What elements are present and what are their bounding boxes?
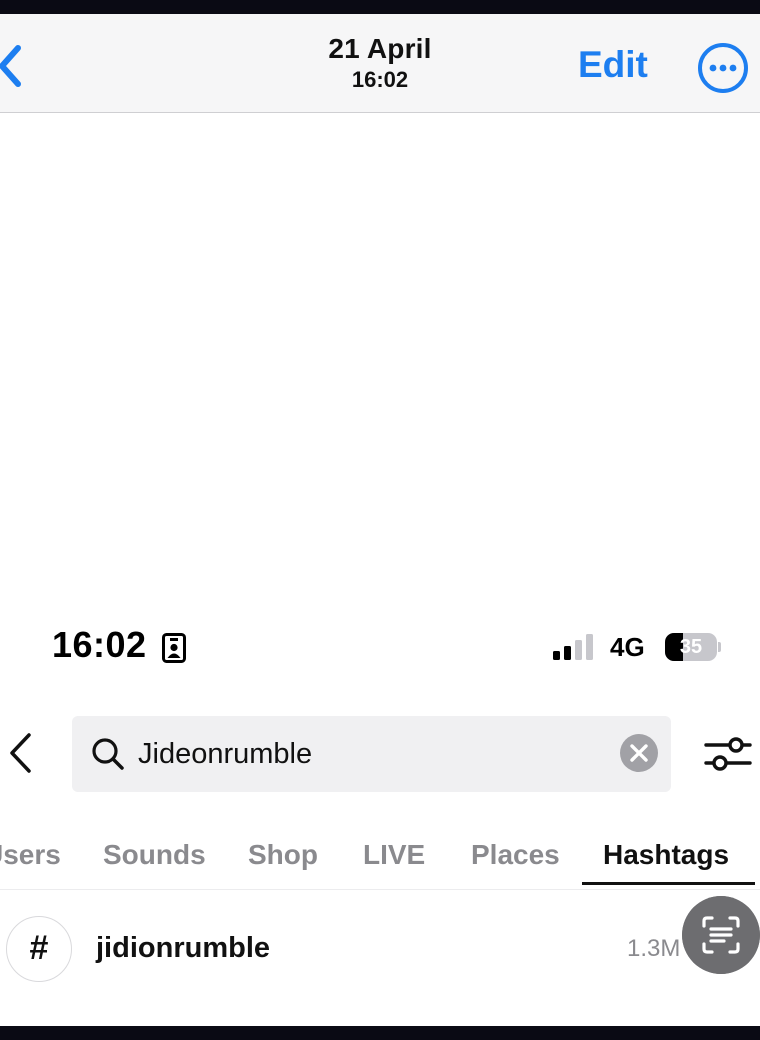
edit-button[interactable]: Edit [578,44,648,86]
photo-date: 21 April [328,33,432,64]
signal-icon [553,634,593,660]
photo-viewer: 21 April 16:02 Edit 16:02 4G 35 Jideonru… [0,14,760,1026]
photo-time: 16:02 [351,67,409,92]
status-time: 16:02 [52,624,147,665]
search-tabs: Users Sounds Shop LIVE Places Hashtags [0,824,760,890]
search-query[interactable]: Jideonrumble [138,735,312,773]
tab-places[interactable]: Places [471,838,560,872]
list-item[interactable]: # jidionrumble 1.3M [0,910,760,998]
ellipsis-circle-icon[interactable] [697,42,749,94]
chevron-left-icon[interactable] [0,40,28,92]
active-tab-indicator [582,882,755,885]
tab-shop[interactable]: Shop [248,838,318,872]
hashtag-name: jidionrumble [96,932,270,964]
tab-live[interactable]: LIVE [363,838,425,872]
battery-icon: 35 [665,633,721,661]
filter-sliders-icon[interactable] [704,732,752,776]
tab-hashtags[interactable]: Hashtags [603,838,729,872]
search-icon [92,738,124,770]
hashtag-count: 1.3M [627,935,681,962]
photo-datetime: 21 April 16:02 [280,32,480,94]
battery-percent: 35 [679,636,703,658]
network-type: 4G [610,632,645,662]
viewer-header: 21 April 16:02 Edit [0,14,760,113]
tab-sounds[interactable]: Sounds [103,838,206,872]
clear-icon[interactable] [619,733,659,773]
chevron-left-icon[interactable] [6,730,36,776]
hashtag-icon: # [6,916,72,982]
live-text-scan-icon[interactable] [682,896,760,974]
search-input[interactable]: Jideonrumble [72,716,671,792]
id-badge-icon [162,633,186,663]
tab-users[interactable]: Users [0,838,61,872]
